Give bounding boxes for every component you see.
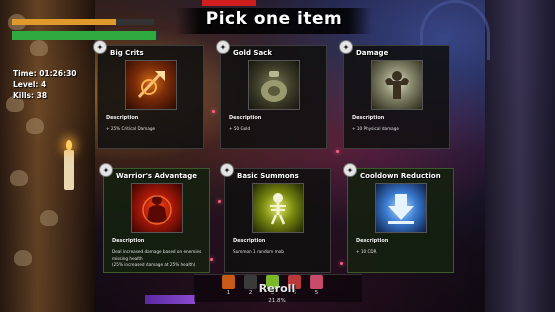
skull-decoration [26,118,44,134]
item-type-badge-icon: ✦ [220,163,234,177]
mana-bar [145,295,195,304]
item-description: Summon 1 random mob [233,249,284,254]
item-type-badge-icon: ✦ [93,40,107,54]
item-card-basic-summons[interactable]: ✦ Basic Summons Description Summon 1 ran… [220,163,331,273]
skull-decoration [30,40,48,56]
skull-decoration [10,170,28,186]
left-bone-pillar [0,0,95,312]
crit-axe-icon [125,60,177,110]
item-type-badge-icon: ✦ [99,163,113,177]
item-description: + 50 Gold [229,126,251,131]
reroll-percent: 21.8% [268,298,286,304]
health-bar [12,31,159,40]
item-card-gold-sack[interactable]: ✦ Gold Sack Description + 50 Gold [216,40,327,149]
description-heading: Description [106,115,139,121]
skeleton-summon-icon [252,183,304,233]
page-title: Pick one item [205,9,343,29]
item-type-badge-icon: ✦ [339,40,353,54]
reroll-button[interactable]: Reroll [257,282,297,295]
item-card-title: Basic Summons [237,172,299,180]
hud-stats: Time: 01:26:30 Level: 4 Kills: 38 [13,68,77,101]
item-description-line: (25% increased damage at 25% health) [112,262,196,267]
description-heading: Description [233,238,266,244]
time-readout: Time: 01:26:30 [13,69,77,78]
experience-bar-fill [12,19,116,25]
item-card-title: Cooldown Reduction [360,172,441,180]
ability-slot-5[interactable] [310,275,323,289]
level-readout: Level: 4 [13,80,47,89]
description-heading: Description [352,115,385,121]
description-heading: Description [229,115,262,121]
ability-slot-number: 5 [314,290,319,296]
particle-spark [218,200,221,203]
skull-decoration [14,250,32,266]
item-card-title: Big Crits [110,49,144,57]
gold-sack-icon [248,60,300,110]
flexing-warrior-icon [371,60,423,110]
item-card-title: Warrior's Advantage [116,172,198,180]
particle-spark [210,258,213,261]
item-description: + 10 Physical damage [352,126,399,131]
item-description: + 10 CDR [356,249,377,254]
experience-bar [12,19,154,25]
item-description: + 25% Critical Damage [106,126,156,131]
down-arrow-icon [375,183,427,233]
item-card-big-crits[interactable]: ✦ Big Crits Description + 25% Critical D… [93,40,204,149]
description-heading: Description [356,238,389,244]
item-card-title: Gold Sack [233,49,272,57]
right-stone-pillar [485,0,555,312]
ability-slot-2[interactable] [244,275,257,289]
item-type-badge-icon: ✦ [343,163,357,177]
particle-spark [212,110,215,113]
item-type-badge-icon: ✦ [216,40,230,54]
description-heading: Description [112,238,145,244]
health-bar-fill [12,31,157,40]
skull-decoration [40,210,58,226]
item-card-cooldown-reduction[interactable]: ✦ Cooldown Reduction Description + 10 CD… [343,163,454,273]
boss-health-bar [202,0,256,6]
item-description-line: Deal increased damage based on enemies m… [112,249,202,261]
candle [64,140,74,190]
kills-readout: Kills: 38 [13,91,48,100]
ability-slot-1[interactable] [222,275,235,289]
particle-spark [336,150,339,153]
item-card-warriors-advantage[interactable]: ✦ Warrior's Advantage Description Deal i… [99,163,210,273]
warrior-fire-icon [131,183,183,233]
particle-spark [340,262,343,265]
ability-slot-number: 2 [248,290,253,296]
item-card-title: Damage [356,49,389,57]
ability-slot-number: 1 [226,290,231,296]
item-card-damage[interactable]: ✦ Damage Description + 10 Physical damag… [339,40,450,149]
item-description: Deal increased damage based on enemies m… [112,249,204,269]
